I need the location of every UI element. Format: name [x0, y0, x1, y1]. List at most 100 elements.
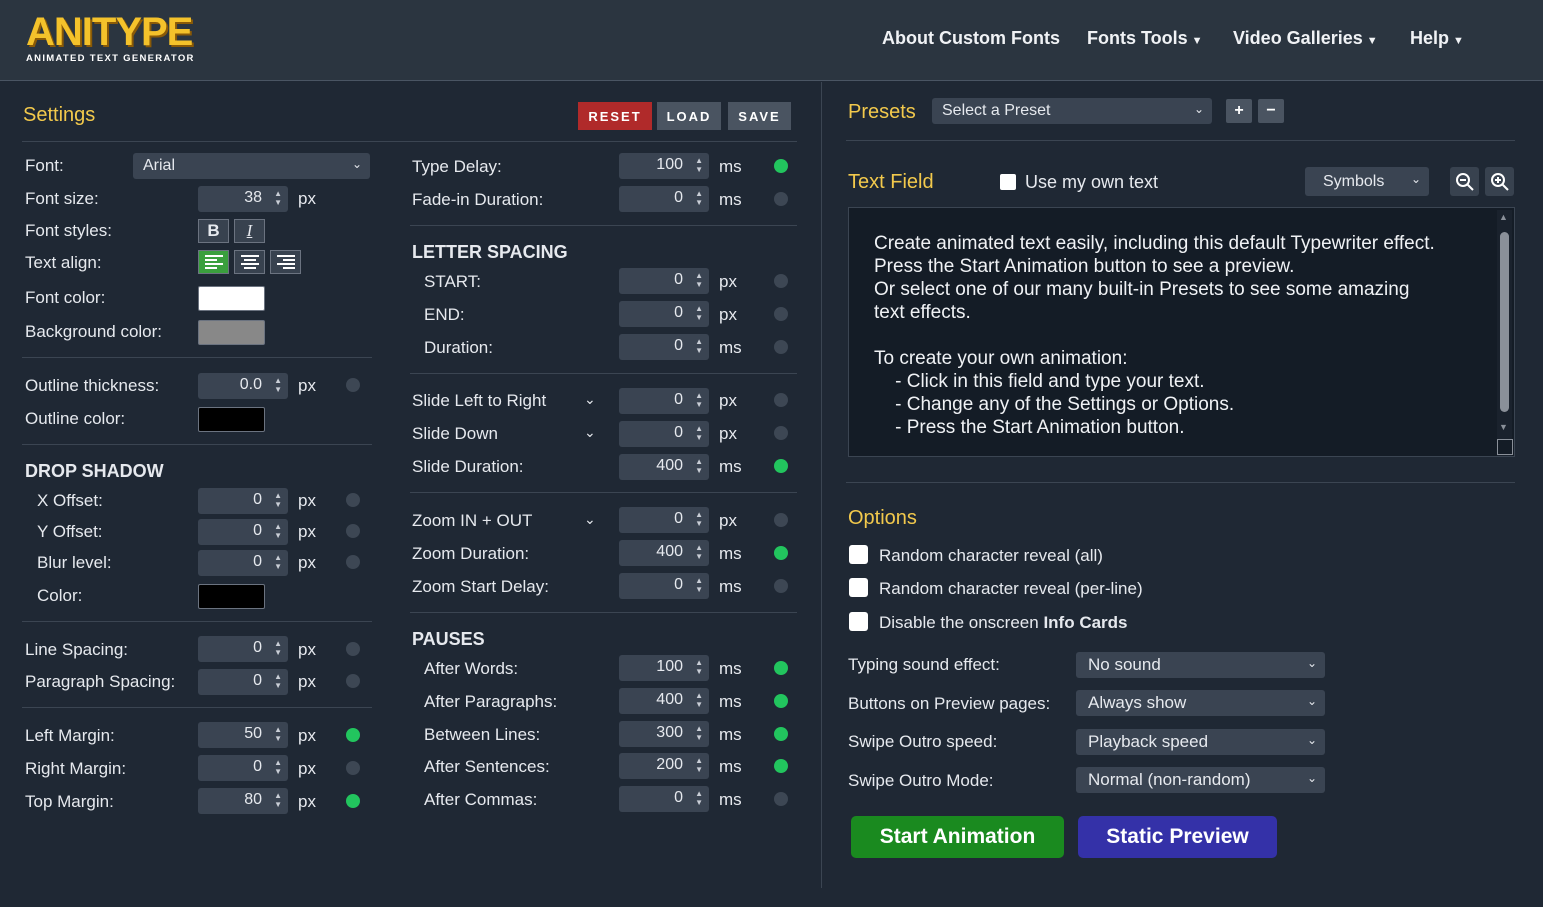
text-field-content[interactable]: Create animated text easily, including t…: [874, 232, 1474, 439]
spinner-icon[interactable]: ▲ ▼: [274, 522, 282, 540]
between-lines-input[interactable]: 300 ▲ ▼: [619, 721, 709, 747]
scrollbar-thumb[interactable]: [1500, 232, 1509, 412]
outline-thickness-input[interactable]: 0.0 ▲ ▼: [198, 373, 288, 399]
spinner-icon[interactable]: ▲ ▼: [695, 424, 703, 442]
disable-info-cards-checkbox[interactable]: [849, 612, 868, 631]
spinner-icon[interactable]: ▲ ▼: [695, 756, 703, 774]
align-left-button[interactable]: [198, 250, 229, 274]
logo[interactable]: ANITYPE ANIMATED TEXT GENERATOR: [26, 12, 195, 64]
scroll-down-icon[interactable]: ▼: [1499, 422, 1508, 432]
ls-end-input[interactable]: 0 ▲ ▼: [619, 301, 709, 327]
italic-button[interactable]: I: [234, 219, 265, 243]
spinner-icon[interactable]: ▲ ▼: [274, 758, 282, 776]
chevron-down-icon[interactable]: ⌄: [584, 422, 596, 442]
slide-duration-input[interactable]: 400 ▲ ▼: [619, 454, 709, 480]
spinner-icon[interactable]: ▲ ▼: [274, 376, 282, 394]
spinner-icon[interactable]: ▲ ▼: [695, 658, 703, 676]
align-right-button[interactable]: [270, 250, 301, 274]
type-delay-input[interactable]: 100 ▲ ▼: [619, 153, 709, 179]
background-color-swatch[interactable]: [198, 320, 265, 345]
zoom-out-button[interactable]: [1450, 167, 1479, 196]
swipe-mode-select[interactable]: Normal (non-random) ⌄: [1076, 767, 1325, 793]
scroll-up-icon[interactable]: ▲: [1499, 212, 1508, 222]
slide-down-select[interactable]: Slide Down: [412, 424, 498, 444]
left-margin-input[interactable]: 50 ▲ ▼: [198, 722, 288, 748]
y-offset-input[interactable]: 0 ▲ ▼: [198, 519, 288, 545]
slide-down-input[interactable]: 0 ▲ ▼: [619, 421, 709, 447]
text-field-editor[interactable]: Create animated text easily, including t…: [848, 207, 1515, 457]
nav-about-fonts[interactable]: About Custom Fonts: [882, 28, 1060, 49]
shadow-color-swatch[interactable]: [198, 584, 265, 609]
right-margin-input[interactable]: 0 ▲ ▼: [198, 755, 288, 781]
own-text-checkbox[interactable]: [1000, 174, 1016, 190]
buttons-preview-select[interactable]: Always show ⌄: [1076, 690, 1325, 716]
spinner-icon[interactable]: ▲ ▼: [695, 156, 703, 174]
zoom-select[interactable]: Zoom IN + OUT: [412, 511, 532, 531]
ls-duration-input[interactable]: 0 ▲ ▼: [619, 334, 709, 360]
font-select[interactable]: Arial ⌄: [133, 153, 370, 179]
after-paragraphs-input[interactable]: 400 ▲ ▼: [619, 688, 709, 714]
chevron-down-icon[interactable]: ⌄: [584, 389, 596, 409]
spinner-icon[interactable]: ▲ ▼: [274, 725, 282, 743]
spinner-icon[interactable]: ▲ ▼: [695, 304, 703, 322]
zoom-duration-input[interactable]: 400 ▲ ▼: [619, 540, 709, 566]
spinner-icon[interactable]: ▲ ▼: [695, 510, 703, 528]
slide-lr-input[interactable]: 0 ▲ ▼: [619, 388, 709, 414]
chevron-down-icon[interactable]: ⌄: [584, 509, 596, 529]
x-offset-input[interactable]: 0 ▲ ▼: [198, 488, 288, 514]
resize-handle-icon[interactable]: [1497, 439, 1513, 455]
bold-button[interactable]: B: [198, 219, 229, 243]
spinner-icon[interactable]: ▲ ▼: [695, 789, 703, 807]
slide-lr-select[interactable]: Slide Left to Right: [412, 391, 546, 411]
random-line-checkbox[interactable]: [849, 578, 868, 597]
spinner-icon[interactable]: ▲ ▼: [695, 337, 703, 355]
spinner-icon[interactable]: ▲ ▼: [274, 672, 282, 690]
line-spacing-input[interactable]: 0 ▲ ▼: [198, 636, 288, 662]
spinner-icon[interactable]: ▲ ▼: [274, 553, 282, 571]
reset-button[interactable]: RESET: [578, 102, 652, 130]
blur-level-input[interactable]: 0 ▲ ▼: [198, 550, 288, 576]
font-size-input[interactable]: 38 ▲ ▼: [198, 186, 288, 212]
typing-sound-select[interactable]: No sound ⌄: [1076, 652, 1325, 678]
zoom-input[interactable]: 0 ▲ ▼: [619, 507, 709, 533]
spinner-icon[interactable]: ▲ ▼: [274, 639, 282, 657]
symbols-dropdown[interactable]: Symbols ⌄: [1305, 167, 1429, 196]
after-sentences-input[interactable]: 200 ▲ ▼: [619, 753, 709, 779]
remove-preset-button[interactable]: −: [1258, 99, 1284, 123]
spinner-icon[interactable]: ▲ ▼: [695, 391, 703, 409]
static-preview-button[interactable]: Static Preview: [1078, 816, 1277, 858]
spinner-icon[interactable]: ▲ ▼: [695, 271, 703, 289]
swipe-speed-select[interactable]: Playback speed ⌄: [1076, 729, 1325, 755]
after-commas-input[interactable]: 0 ▲ ▼: [619, 786, 709, 812]
spinner-icon[interactable]: ▲ ▼: [695, 691, 703, 709]
nav-fonts-tools[interactable]: Fonts Tools ▼: [1087, 28, 1203, 49]
outline-color-swatch[interactable]: [198, 407, 265, 432]
spinner-icon[interactable]: ▲ ▼: [695, 189, 703, 207]
spinner-icon[interactable]: ▲ ▼: [695, 724, 703, 742]
spinner-icon[interactable]: ▲ ▼: [695, 457, 703, 475]
spinner-icon[interactable]: ▲ ▼: [274, 491, 282, 509]
zoom-in-button[interactable]: [1485, 167, 1514, 196]
start-animation-button[interactable]: Start Animation: [851, 816, 1064, 858]
scrollbar[interactable]: ▲ ▼: [1497, 210, 1512, 456]
ls-start-input[interactable]: 0 ▲ ▼: [619, 268, 709, 294]
font-color-swatch[interactable]: [198, 286, 265, 311]
top-margin-input[interactable]: 80 ▲ ▼: [198, 788, 288, 814]
spinner-icon[interactable]: ▲ ▼: [274, 189, 282, 207]
nav-video-galleries[interactable]: Video Galleries ▼: [1233, 28, 1378, 49]
zoom-delay-input[interactable]: 0 ▲ ▼: [619, 573, 709, 599]
save-button[interactable]: SAVE: [728, 102, 791, 130]
random-all-checkbox[interactable]: [849, 545, 868, 564]
load-button[interactable]: LOAD: [657, 102, 721, 130]
fade-in-input[interactable]: 0 ▲ ▼: [619, 186, 709, 212]
add-preset-button[interactable]: +: [1226, 99, 1252, 123]
spinner-icon[interactable]: ▲ ▼: [274, 791, 282, 809]
spinner-icon[interactable]: ▲ ▼: [695, 576, 703, 594]
spinner-icon[interactable]: ▲ ▼: [695, 543, 703, 561]
preset-select[interactable]: Select a Preset ⌄: [932, 98, 1212, 124]
paragraph-spacing-input[interactable]: 0 ▲ ▼: [198, 669, 288, 695]
align-center-button[interactable]: [234, 250, 265, 274]
after-words-input[interactable]: 100 ▲ ▼: [619, 655, 709, 681]
nav-help[interactable]: Help ▼: [1410, 28, 1464, 49]
unit: ms: [719, 725, 742, 744]
